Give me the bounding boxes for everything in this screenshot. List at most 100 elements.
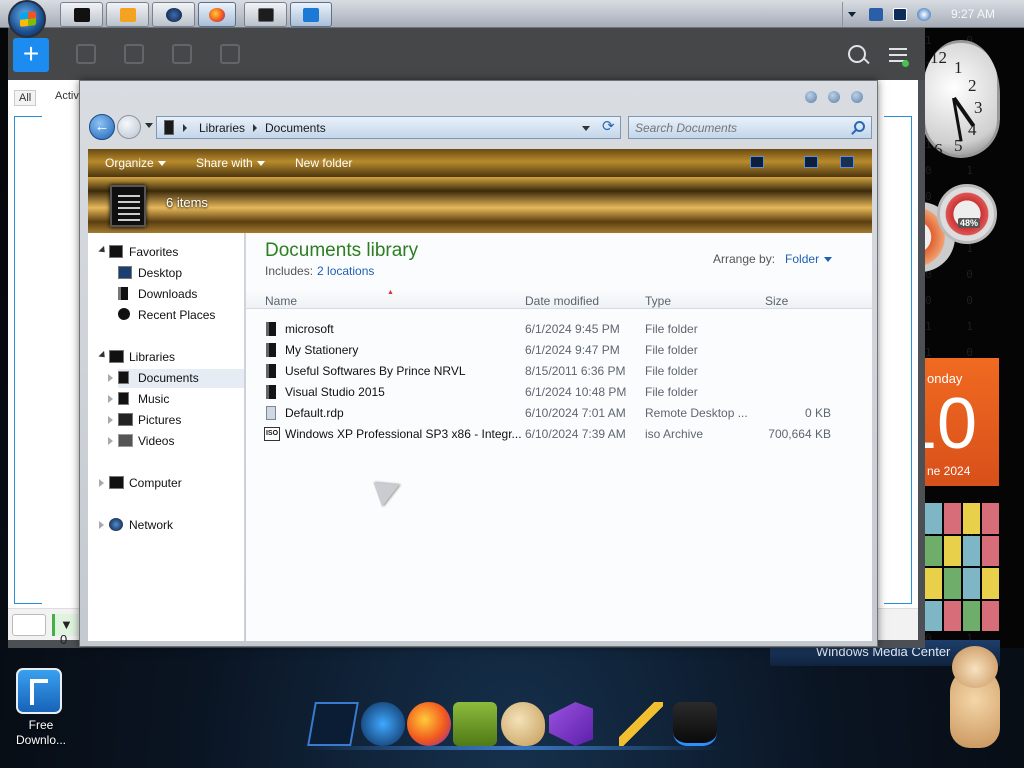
nav-network[interactable]: Network — [109, 516, 239, 535]
organize-label: Organize — [105, 156, 154, 170]
back-button[interactable]: ← — [89, 114, 115, 140]
taskbar-app-terminal[interactable] — [244, 2, 287, 27]
address-dropdown[interactable] — [582, 126, 590, 131]
expand-arrow-network[interactable] — [99, 521, 104, 529]
calendar-gadget[interactable]: onday 10 ne 2024 — [925, 358, 999, 486]
rdp-file-icon — [266, 406, 276, 420]
box-app-icon — [73, 7, 90, 22]
expand-arrow-computer[interactable] — [99, 479, 104, 487]
slideshow-gadget[interactable] — [925, 503, 999, 631]
dock-box-icon[interactable] — [453, 702, 497, 746]
chevron-right-icon — [253, 124, 257, 132]
folder-icon[interactable] — [220, 44, 240, 64]
tray-overflow-icon[interactable] — [848, 12, 856, 17]
expand-arrow-videos[interactable] — [108, 437, 113, 445]
nav-music[interactable]: Music — [118, 390, 238, 409]
add-button[interactable]: + — [13, 38, 49, 72]
tab-all[interactable]: All — [14, 90, 37, 106]
dock-paint-icon[interactable] — [501, 702, 545, 746]
desktop-icon — [118, 266, 132, 279]
dock-monitor-icon[interactable] — [307, 702, 359, 746]
explorer-window: ← Libraries Documents ⟳ Organize Share w… — [79, 80, 878, 647]
nav-documents[interactable]: Documents — [118, 369, 244, 388]
nav-computer[interactable]: Computer — [109, 474, 239, 493]
preview-pane-icon[interactable] — [804, 156, 818, 168]
file-row[interactable]: Useful Softwares By Prince NRVL 8/15/201… — [254, 361, 864, 382]
taskbar-app-box[interactable] — [60, 2, 103, 27]
taskbar-clock[interactable]: 9:27 AM — [951, 7, 995, 21]
search-icon[interactable] — [848, 45, 866, 63]
recent-pages-dropdown[interactable] — [145, 123, 153, 128]
maximize-button[interactable] — [828, 91, 840, 103]
organize-button[interactable]: Organize — [105, 156, 166, 170]
expand-arrow-documents[interactable] — [108, 374, 113, 382]
nav-recent-places[interactable]: Recent Places — [118, 306, 238, 325]
column-type[interactable]: Type — [645, 294, 671, 308]
trash-icon[interactable] — [172, 44, 192, 64]
includes-label: Includes: — [265, 264, 314, 278]
taskbar-app-firefox[interactable] — [198, 2, 236, 27]
dock-trash-icon[interactable] — [673, 702, 717, 746]
terminal-icon — [257, 7, 274, 22]
file-row[interactable]: Visual Studio 2015 6/1/2024 10:48 PM Fil… — [254, 382, 864, 403]
expand-arrow-pictures[interactable] — [108, 416, 113, 424]
taskbar-app-globe[interactable] — [152, 2, 195, 27]
expand-arrow-libraries[interactable] — [98, 350, 108, 361]
nav-pictures[interactable]: Pictures — [118, 411, 238, 430]
nav-desktop[interactable]: Desktop — [118, 264, 238, 283]
search-icon[interactable] — [854, 121, 865, 132]
expand-arrow-favorites[interactable] — [98, 245, 108, 256]
file-row[interactable]: ISO Windows XP Professional SP3 x86 - In… — [254, 424, 864, 445]
start-button[interactable] — [8, 0, 46, 38]
close-button[interactable] — [851, 91, 863, 103]
taskbar-app-free-download[interactable] — [290, 2, 332, 27]
calendar-number: 10 — [925, 384, 978, 464]
help-icon[interactable] — [840, 156, 854, 168]
dock-tools-icon[interactable] — [619, 702, 663, 746]
locations-link[interactable]: 2 locations — [317, 264, 374, 278]
column-size[interactable]: Size — [765, 294, 788, 308]
refresh-icon[interactable]: ⟳ — [602, 119, 622, 135]
pause-icon[interactable] — [124, 44, 144, 64]
arrange-dropdown[interactable]: Folder — [785, 252, 833, 266]
forward-button[interactable] — [117, 115, 141, 139]
nav-downloads[interactable]: Downloads — [118, 285, 238, 304]
cpu-meter-gadget[interactable]: 48% — [915, 178, 997, 272]
display-tray-icon[interactable] — [893, 8, 907, 21]
file-row[interactable]: microsoft 6/1/2024 9:45 PM File folder — [254, 319, 864, 340]
breadcrumb-libraries[interactable]: Libraries — [199, 121, 245, 135]
tab-active[interactable]: Activ — [55, 90, 79, 106]
dock-visual-studio-icon[interactable] — [549, 702, 593, 746]
share-with-button[interactable]: Share with — [196, 156, 265, 170]
minimize-button[interactable] — [805, 91, 817, 103]
frame-left — [14, 116, 42, 604]
chevron-down-icon — [256, 161, 265, 167]
wifi-icon[interactable] — [12, 614, 46, 636]
navigation-pane: Favorites Desktop Downloads Recent Place… — [88, 233, 245, 641]
desktop-icon-free-download[interactable]: Free Downlo... — [12, 668, 70, 752]
file-row[interactable]: My Stationery 6/1/2024 9:47 PM File fold… — [254, 340, 864, 361]
clock-gadget[interactable]: 12 1 2 3 4 5 6 — [922, 40, 1000, 158]
new-folder-button[interactable]: New folder — [295, 156, 352, 170]
nav-favorites[interactable]: Favorites — [109, 243, 239, 262]
sort-indicator-icon: ▲ — [387, 289, 394, 296]
dock-firefox-icon[interactable] — [407, 702, 451, 746]
computer-icon — [109, 476, 124, 489]
dock-globe-icon[interactable] — [361, 702, 405, 746]
nav-libraries[interactable]: Libraries — [109, 348, 239, 367]
expand-arrow-music[interactable] — [108, 395, 113, 403]
search-box[interactable] — [628, 116, 872, 139]
file-row[interactable]: Default.rdp 6/10/2024 7:01 AM Remote Des… — [254, 403, 864, 424]
network-tray-icon[interactable] — [869, 8, 883, 21]
search-input[interactable] — [635, 120, 845, 136]
column-date-modified[interactable]: Date modified — [525, 294, 599, 308]
videos-icon — [118, 434, 133, 447]
breadcrumb[interactable]: Libraries Documents — [156, 116, 621, 139]
taskbar-app-media-player[interactable] — [106, 2, 149, 27]
column-name[interactable]: Name — [265, 294, 297, 308]
nav-videos[interactable]: Videos — [118, 432, 238, 451]
breadcrumb-documents[interactable]: Documents — [265, 121, 326, 135]
change-view-icon[interactable] — [750, 156, 764, 168]
volume-tray-icon[interactable] — [917, 8, 931, 21]
play-icon[interactable] — [76, 44, 96, 64]
